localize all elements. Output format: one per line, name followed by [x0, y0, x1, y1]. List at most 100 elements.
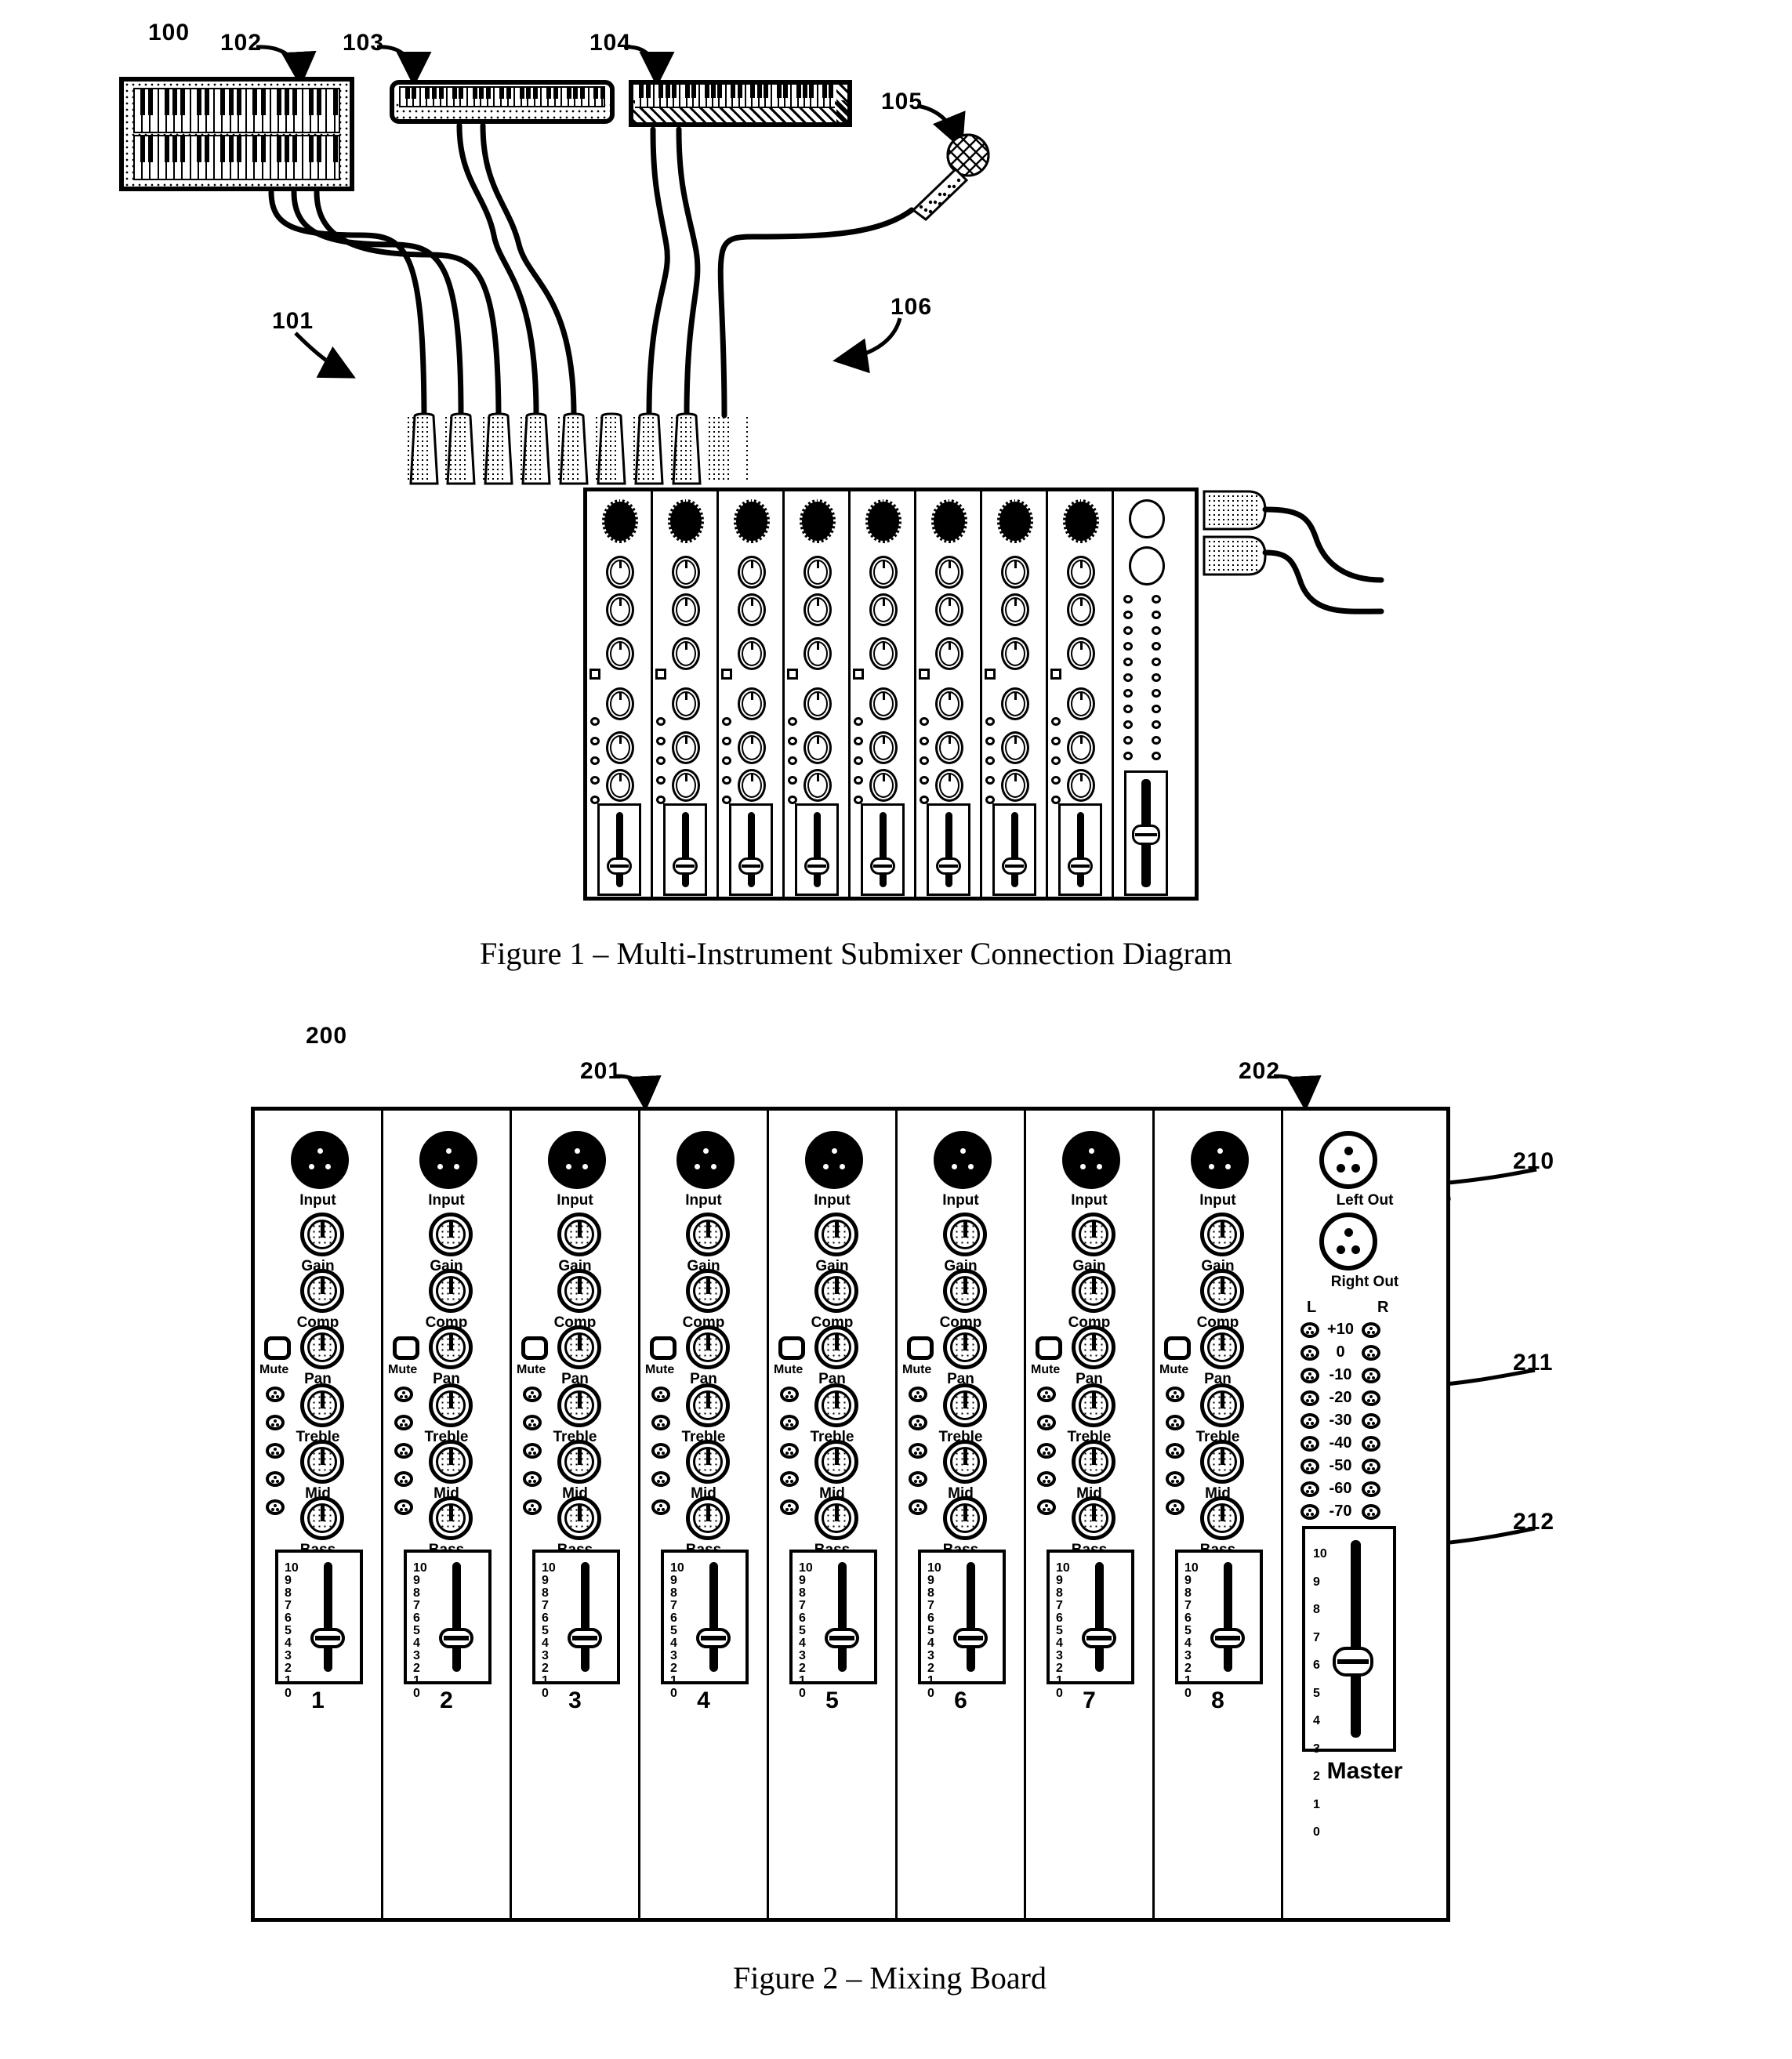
submixer-aux-knob[interactable]	[590, 756, 600, 765]
submixer-knob[interactable]	[869, 731, 898, 764]
submixer-fader-cap[interactable]	[673, 857, 698, 875]
submixer-channel[interactable]	[587, 491, 653, 897]
right-out-jack[interactable]	[1319, 1213, 1377, 1271]
submixer-channel[interactable]	[785, 491, 851, 897]
channel-fader-track[interactable]: 10 9 8 7 6 5 4 3 2 1 0	[275, 1550, 363, 1700]
submixer-mute-button[interactable]	[919, 669, 930, 680]
channel-fader-track[interactable]: 10 9 8 7 6 5 4 3 2 1 0	[918, 1550, 1006, 1700]
pan-knob[interactable]	[557, 1325, 601, 1369]
comp-knob[interactable]	[686, 1269, 730, 1313]
channel-strip[interactable]: InputGainCompPanTrebleMidBassMute1098765…	[1026, 1111, 1155, 1918]
submixer-knob[interactable]	[738, 593, 766, 626]
channel-fader-track[interactable]: 10 9 8 7 6 5 4 3 2 1 0	[1175, 1550, 1263, 1700]
submixer-knob[interactable]	[672, 769, 700, 802]
aux-send-knob[interactable]	[651, 1471, 670, 1487]
aux-send-knob[interactable]	[780, 1415, 799, 1430]
mute-button[interactable]	[264, 1336, 291, 1360]
submixer-knob[interactable]	[1067, 637, 1095, 670]
mid-knob[interactable]	[557, 1440, 601, 1484]
submixer-knob[interactable]	[869, 687, 898, 720]
fader-cap[interactable]	[696, 1628, 731, 1648]
submixer-knob[interactable]	[935, 769, 963, 802]
submixer-knob[interactable]	[606, 731, 634, 764]
aux-send-knob[interactable]	[780, 1387, 799, 1402]
pan-knob[interactable]	[429, 1325, 473, 1369]
pan-knob[interactable]	[686, 1325, 730, 1369]
submixer-knob[interactable]	[606, 593, 634, 626]
gain-knob[interactable]	[1200, 1213, 1244, 1256]
submixer-knob[interactable]	[1001, 556, 1029, 589]
submixer-knob[interactable]	[1067, 731, 1095, 764]
submixer-knob[interactable]	[803, 637, 832, 670]
gain-knob[interactable]	[300, 1213, 344, 1256]
fader-cap[interactable]	[1082, 1628, 1116, 1648]
submixer-aux-knob[interactable]	[854, 717, 863, 726]
comp-knob[interactable]	[1200, 1269, 1244, 1313]
aux-send-knob[interactable]	[394, 1387, 413, 1402]
submixer-knob[interactable]	[672, 731, 700, 764]
channel-strip[interactable]: InputGainCompPanTrebleMidBassMute1098765…	[383, 1111, 512, 1918]
microphone-105[interactable]	[905, 133, 999, 231]
submixer-fader-track[interactable]	[1058, 803, 1102, 896]
treble-knob[interactable]	[943, 1383, 987, 1427]
bass-knob[interactable]	[429, 1496, 473, 1540]
submixer-mute-button[interactable]	[853, 669, 864, 680]
channel-strip[interactable]: InputGainCompPanTrebleMidBassMute1098765…	[640, 1111, 769, 1918]
submixer-fader-track[interactable]	[861, 803, 905, 896]
bass-knob[interactable]	[1200, 1496, 1244, 1540]
submixer-knob[interactable]	[606, 556, 634, 589]
submixer-knob[interactable]	[738, 769, 766, 802]
submixer-knob[interactable]	[1067, 593, 1095, 626]
treble-knob[interactable]	[300, 1383, 344, 1427]
aux-send-knob[interactable]	[523, 1415, 542, 1430]
submixer-aux-knob[interactable]	[920, 776, 929, 785]
submixer-knob[interactable]	[869, 556, 898, 589]
pan-knob[interactable]	[1200, 1325, 1244, 1369]
submixer-aux-knob[interactable]	[722, 756, 731, 765]
aux-send-knob[interactable]	[909, 1443, 927, 1459]
submixer-fader-track[interactable]	[992, 803, 1036, 896]
submixer-knob[interactable]	[935, 593, 963, 626]
submixer-fader-track[interactable]	[597, 803, 641, 896]
submixer-input-jack[interactable]	[931, 499, 967, 543]
aux-send-knob[interactable]	[1037, 1387, 1056, 1402]
aux-send-knob[interactable]	[1166, 1415, 1184, 1430]
submixer-knob[interactable]	[803, 556, 832, 589]
submixer-input-jack[interactable]	[1063, 499, 1099, 543]
aux-send-knob[interactable]	[1037, 1443, 1056, 1459]
submixer-101[interactable]	[583, 488, 1199, 901]
mid-knob[interactable]	[1072, 1440, 1115, 1484]
input-jack[interactable]	[934, 1131, 992, 1189]
aux-send-knob[interactable]	[266, 1499, 285, 1515]
channel-fader-track[interactable]: 10 9 8 7 6 5 4 3 2 1 0	[789, 1550, 877, 1700]
submixer-channel[interactable]	[982, 491, 1048, 897]
aux-send-knob[interactable]	[1166, 1387, 1184, 1402]
comp-knob[interactable]	[557, 1269, 601, 1313]
aux-send-knob[interactable]	[523, 1499, 542, 1515]
treble-knob[interactable]	[1200, 1383, 1244, 1427]
aux-send-knob[interactable]	[1166, 1499, 1184, 1515]
mute-button[interactable]	[907, 1336, 934, 1360]
aux-send-knob[interactable]	[651, 1387, 670, 1402]
fader-cap[interactable]	[568, 1628, 602, 1648]
pan-knob[interactable]	[300, 1325, 344, 1369]
submixer-knob[interactable]	[1067, 769, 1095, 802]
comp-knob[interactable]	[1072, 1269, 1115, 1313]
aux-send-knob[interactable]	[780, 1443, 799, 1459]
submixer-knob[interactable]	[935, 687, 963, 720]
submixer-knob[interactable]	[869, 637, 898, 670]
aux-send-knob[interactable]	[651, 1499, 670, 1515]
submixer-input-jack[interactable]	[800, 499, 836, 543]
submixer-channel[interactable]	[1048, 491, 1114, 897]
submixer-knob[interactable]	[672, 637, 700, 670]
submixer-fader-track[interactable]	[663, 803, 707, 896]
submixer-fader-cap[interactable]	[738, 857, 764, 875]
submixer-channel[interactable]	[916, 491, 982, 897]
submixer-aux-knob[interactable]	[656, 756, 666, 765]
submixer-aux-knob[interactable]	[788, 756, 797, 765]
submixer-input-jack[interactable]	[734, 499, 770, 543]
submixer-aux-knob[interactable]	[920, 717, 929, 726]
fader-cap[interactable]	[825, 1628, 859, 1648]
submixer-input-jack[interactable]	[997, 499, 1033, 543]
channel-strip[interactable]: InputGainCompPanTrebleMidBassMute1098765…	[1155, 1111, 1283, 1918]
